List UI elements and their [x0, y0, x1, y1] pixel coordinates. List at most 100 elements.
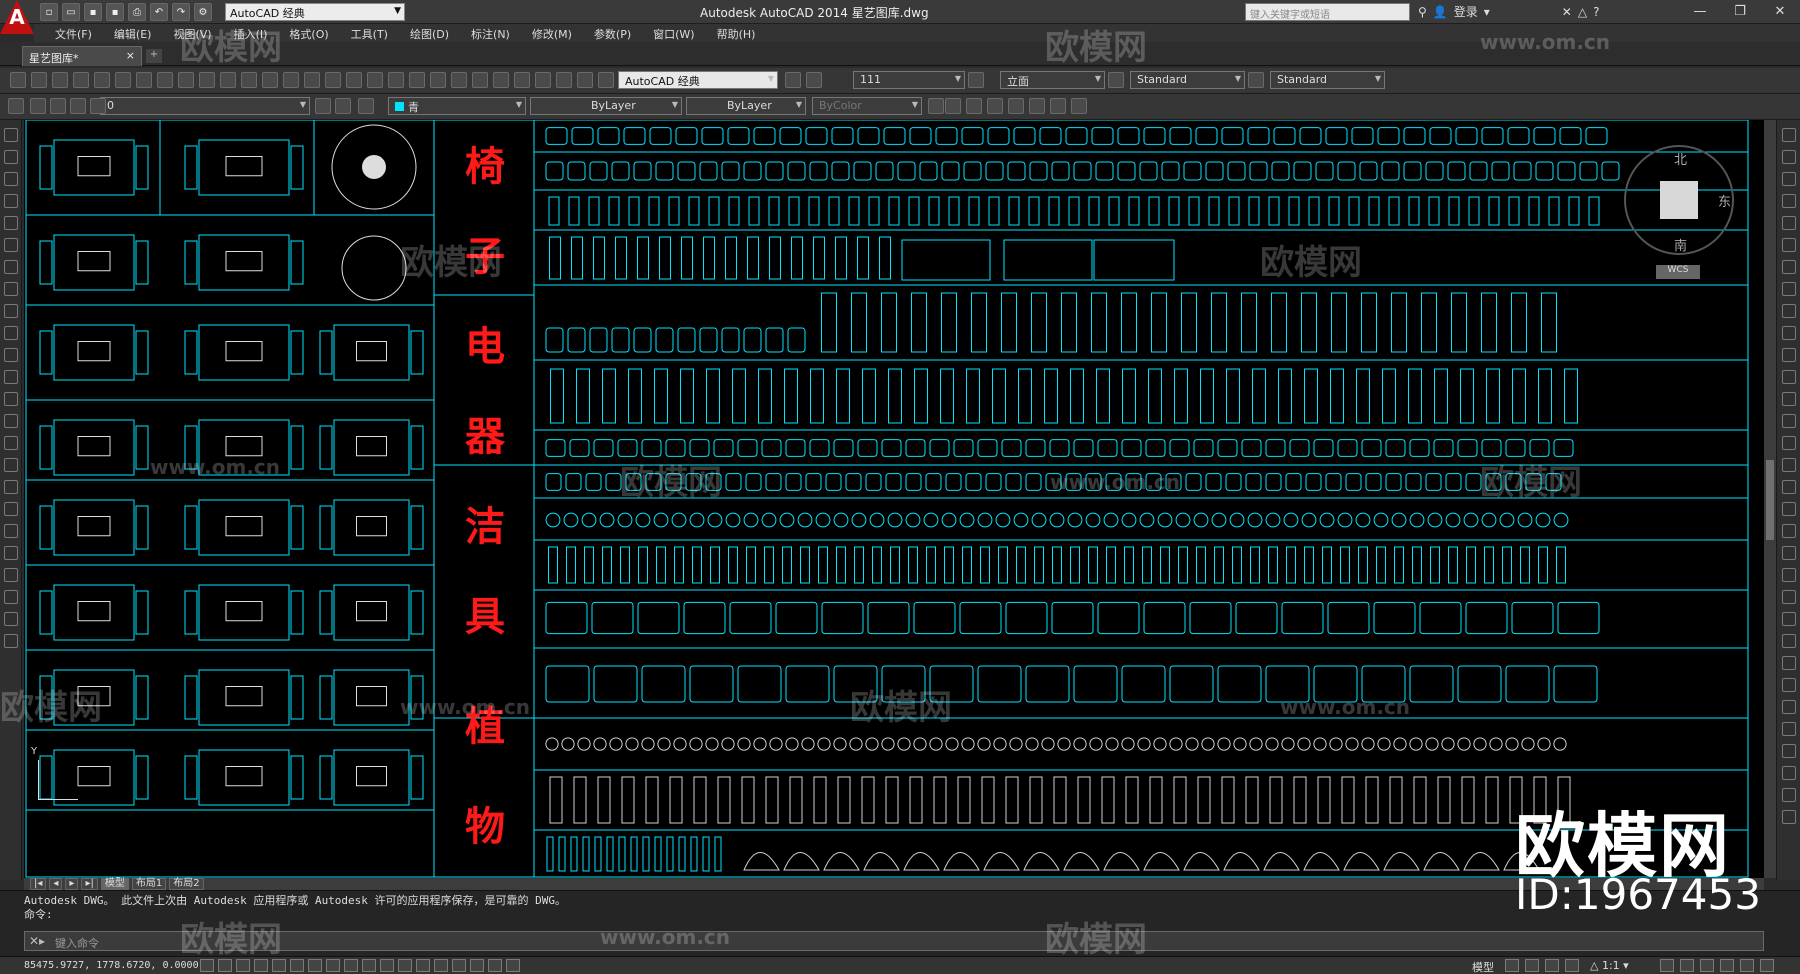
layer-select[interactable]: 0 ▼: [100, 97, 310, 115]
layer-tool-icon-14[interactable]: [1050, 98, 1066, 114]
layer-tool-icon-3[interactable]: [70, 98, 86, 114]
login-link[interactable]: 登录: [1454, 3, 1478, 20]
modify-tool-icon-14[interactable]: [1782, 436, 1796, 450]
standard-tool-icon-14[interactable]: [304, 72, 320, 88]
standard-tool-icon-2[interactable]: [52, 72, 68, 88]
menu-item-2[interactable]: 视图(V): [162, 24, 222, 42]
draw-tool-icon-3[interactable]: [4, 194, 18, 208]
standard-tool-icon-23[interactable]: [493, 72, 509, 88]
draw-tool-icon-1[interactable]: [4, 150, 18, 164]
modify-tool-icon-0[interactable]: [1782, 128, 1796, 142]
close-tab-icon[interactable]: ×: [126, 49, 135, 62]
status-toggle-icon-17[interactable]: [506, 959, 520, 972]
status-toggle-icon-24[interactable]: [1700, 959, 1714, 972]
nav-last-icon[interactable]: ▸|: [81, 878, 98, 890]
layer-tool-icon-10[interactable]: [966, 98, 982, 114]
modify-tool-icon-3[interactable]: [1782, 194, 1796, 208]
menu-item-9[interactable]: 参数(P): [583, 24, 642, 42]
draw-tool-icon-14[interactable]: [4, 436, 18, 450]
modify-tool-icon-1[interactable]: [1782, 150, 1796, 164]
draw-tool-icon-18[interactable]: [4, 524, 18, 538]
model-space-button[interactable]: 模型: [1472, 959, 1494, 974]
horizontal-scrollbar[interactable]: [24, 878, 1764, 890]
status-toggle-icon-21[interactable]: [1565, 959, 1579, 972]
binoculars-icon[interactable]: ⚲: [1418, 5, 1427, 19]
standard-tool-icon-3[interactable]: [73, 72, 89, 88]
standard-tool-icon-11[interactable]: [241, 72, 257, 88]
modify-tool-icon-25[interactable]: [1782, 678, 1796, 692]
modify-tool-icon-9[interactable]: [1782, 326, 1796, 340]
autocad-logo-icon[interactable]: A: [0, 0, 34, 34]
new-tab-icon[interactable]: +: [146, 49, 162, 63]
standard-tool-icon-16[interactable]: [346, 72, 362, 88]
modify-tool-icon-19[interactable]: [1782, 546, 1796, 560]
text-style-select[interactable]: AutoCAD 经典 ▼: [618, 71, 778, 89]
standard-tool-icon-21[interactable]: [451, 72, 467, 88]
layer-tool-icon-6[interactable]: [335, 98, 351, 114]
a360-icon[interactable]: △: [1578, 5, 1587, 19]
standard-tool-icon-20[interactable]: [430, 72, 446, 88]
standard-tool-icon-12[interactable]: [262, 72, 278, 88]
status-toggle-icon-23[interactable]: [1680, 959, 1694, 972]
modify-tool-icon-24[interactable]: [1782, 656, 1796, 670]
standard-tool-icon-30[interactable]: [806, 72, 822, 88]
modify-tool-icon-31[interactable]: [1782, 810, 1796, 824]
plot-style-select[interactable]: ByColor ▼: [812, 97, 922, 115]
draw-tool-icon-15[interactable]: [4, 458, 18, 472]
standard-tool-icon-17[interactable]: [367, 72, 383, 88]
minimize-icon[interactable]: —: [1680, 0, 1720, 22]
color-select[interactable]: 青 ▼: [388, 97, 526, 115]
draw-tool-icon-20[interactable]: [4, 568, 18, 582]
modify-tool-icon-20[interactable]: [1782, 568, 1796, 582]
layer-tool-icon-0[interactable]: [8, 98, 24, 114]
redo-icon[interactable]: ↷: [172, 3, 190, 21]
draw-tool-icon-13[interactable]: [4, 414, 18, 428]
menu-item-8[interactable]: 修改(M): [521, 24, 583, 42]
status-toggle-icon-22[interactable]: [1660, 959, 1674, 972]
vertical-scrollbar[interactable]: [1764, 120, 1776, 878]
modify-tool-icon-10[interactable]: [1782, 348, 1796, 362]
draw-tool-icon-7[interactable]: [4, 282, 18, 296]
menu-item-3[interactable]: 插入(I): [223, 24, 279, 42]
nav-first-icon[interactable]: |◂: [30, 878, 47, 890]
standard-tool-icon-5[interactable]: [115, 72, 131, 88]
command-input[interactable]: ✕▸ 键入命令: [24, 931, 1764, 951]
plot-icon[interactable]: ⎙: [128, 3, 146, 21]
standard-tool-icon-0[interactable]: [10, 72, 26, 88]
draw-tool-icon-8[interactable]: [4, 304, 18, 318]
standard-tool-icon-13[interactable]: [283, 72, 299, 88]
layer-tool-icon-5[interactable]: [315, 98, 331, 114]
viewcube-east[interactable]: 东: [1718, 191, 1731, 210]
menu-item-0[interactable]: 文件(F): [44, 24, 103, 42]
layer-tool-icon-8[interactable]: [928, 98, 944, 114]
standard-tool-icon-32[interactable]: [1108, 72, 1124, 88]
standard-tool-icon-31[interactable]: [968, 72, 984, 88]
status-toggle-icon-10[interactable]: [380, 959, 394, 972]
workspace-gear-icon[interactable]: ⚙: [194, 3, 212, 21]
menu-item-1[interactable]: 编辑(E): [103, 24, 163, 42]
status-toggle-icon-13[interactable]: [434, 959, 448, 972]
modify-tool-icon-15[interactable]: [1782, 458, 1796, 472]
standard-tool-icon-7[interactable]: [157, 72, 173, 88]
save-as-icon[interactable]: ▪: [106, 3, 124, 21]
standard-tool-icon-6[interactable]: [136, 72, 152, 88]
draw-tool-icon-2[interactable]: [4, 172, 18, 186]
draw-tool-icon-11[interactable]: [4, 370, 18, 384]
modify-tool-icon-18[interactable]: [1782, 524, 1796, 538]
standard-tool-icon-18[interactable]: [388, 72, 404, 88]
lineweight-select[interactable]: ByLayer ▼: [686, 97, 806, 115]
open-icon[interactable]: ▭: [62, 3, 80, 21]
status-toggle-icon-11[interactable]: [398, 959, 412, 972]
layer-tool-icon-11[interactable]: [987, 98, 1003, 114]
draw-tool-icon-16[interactable]: [4, 480, 18, 494]
modify-tool-icon-2[interactable]: [1782, 172, 1796, 186]
layer-tool-icon-9[interactable]: [945, 98, 961, 114]
annotation-scale-select[interactable]: 111 ▼: [853, 71, 965, 89]
status-toggle-icon-8[interactable]: [344, 959, 358, 972]
draw-tool-icon-22[interactable]: [4, 612, 18, 626]
menu-item-4[interactable]: 格式(O): [278, 24, 339, 42]
modify-tool-icon-13[interactable]: [1782, 414, 1796, 428]
modify-tool-icon-21[interactable]: [1782, 590, 1796, 604]
status-toggle-icon-6[interactable]: [308, 959, 322, 972]
draw-tool-icon-5[interactable]: [4, 238, 18, 252]
